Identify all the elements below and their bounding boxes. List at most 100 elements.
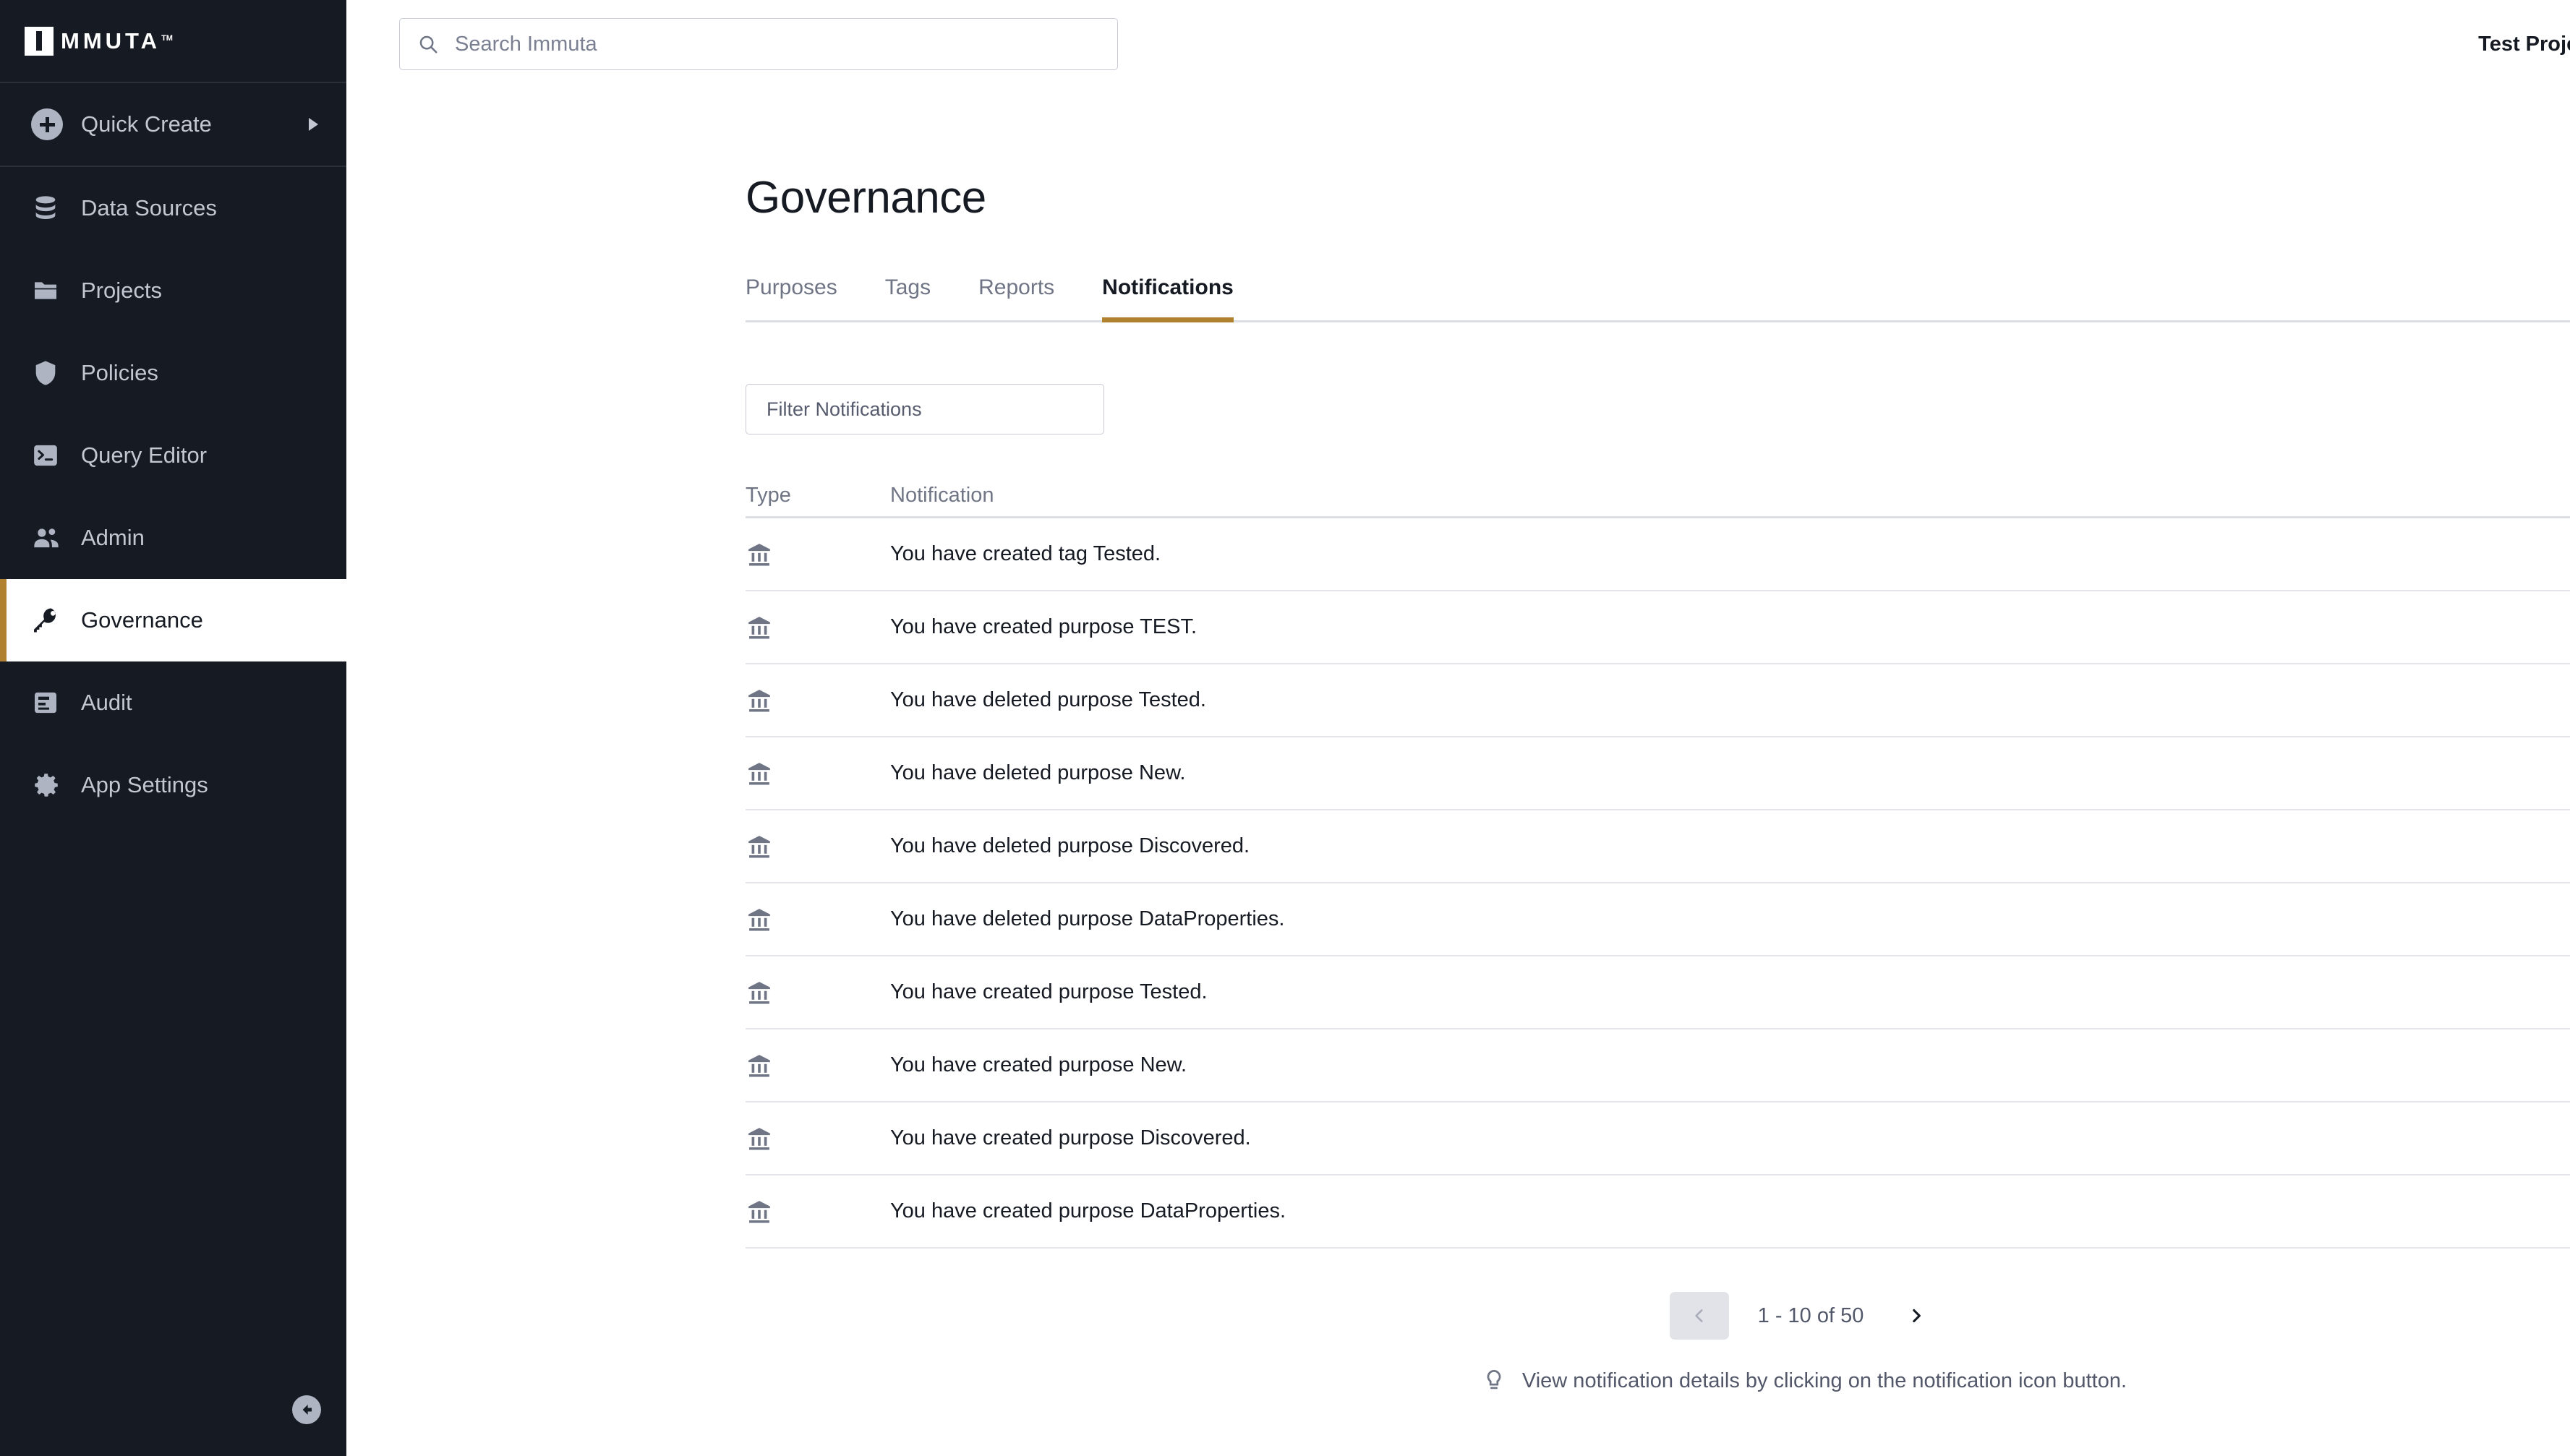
- global-search[interactable]: [399, 18, 1118, 70]
- notification-text: You have created purpose Tested.: [890, 980, 1208, 1003]
- tab-bar: Purposes Tags Reports Notifications: [746, 275, 2570, 322]
- gear-icon: [31, 770, 66, 800]
- users-icon: [31, 523, 66, 553]
- table-row[interactable]: You have created purpose TEST. 6 minutes…: [746, 591, 2570, 664]
- lightbulb-icon: [1483, 1369, 1505, 1393]
- sidebar-item-label-quick-create: Quick Create: [81, 111, 212, 137]
- table-row[interactable]: You have created tag Tested. 2 minutes a…: [746, 518, 2570, 591]
- sidebar-item-governance[interactable]: Governance: [0, 579, 346, 661]
- table-row[interactable]: You have deleted purpose DataProperties.…: [746, 883, 2570, 956]
- sidebar-item-label-app-settings: App Settings: [81, 772, 208, 797]
- pagination-prev-button[interactable]: [1669, 1292, 1729, 1340]
- footer-hint-text: View notification details by clicking on…: [1521, 1369, 2127, 1392]
- main-area: Test Project B Governance Pur: [346, 0, 2570, 1456]
- notification-date: 7 minutes ago: [2553, 834, 2570, 858]
- notification-text: You have created purpose TEST.: [890, 615, 1198, 638]
- notification-text: You have created purpose Discovered.: [890, 1126, 1251, 1149]
- pagination-range-label: 1 - 10 of 50: [1757, 1303, 1864, 1327]
- tab-purposes[interactable]: Purposes: [746, 275, 837, 320]
- governance-institution-icon[interactable]: [746, 1198, 890, 1225]
- sidebar-item-label-admin: Admin: [81, 525, 145, 550]
- sidebar-nav: Quick Create Data Sources Projects Polic…: [0, 83, 346, 1456]
- table-row[interactable]: You have created purpose New. 12 minutes…: [746, 1029, 2570, 1102]
- table-header-row: Type Notification Date: [746, 475, 2570, 518]
- notification-text: You have created tag Tested.: [890, 542, 1161, 565]
- topbar-right: Test Project B: [2478, 0, 2570, 89]
- sidebar-item-audit[interactable]: Audit: [0, 661, 346, 744]
- key-icon: [31, 605, 66, 635]
- app-logo[interactable]: MMUTATM: [0, 0, 346, 82]
- logo-trademark: TM: [161, 33, 173, 43]
- search-input[interactable]: [455, 32, 1100, 56]
- notification-text: You have deleted purpose New.: [890, 761, 1186, 784]
- notification-date: 7 minutes ago: [2553, 907, 2570, 931]
- table-row[interactable]: You have created purpose DataProperties.…: [746, 1175, 2570, 1249]
- governance-institution-icon[interactable]: [746, 1125, 890, 1152]
- notification-text: You have created purpose New.: [890, 1053, 1187, 1076]
- footer-hint: View notification details by clicking on…: [746, 1369, 2570, 1393]
- notification-date: 12 minutes ago: [2553, 1199, 2570, 1223]
- notification-text: You have created purpose DataProperties.: [890, 1199, 1286, 1222]
- notification-date: 7 minutes ago: [2553, 761, 2570, 785]
- governance-institution-icon[interactable]: [746, 687, 890, 714]
- governance-institution-icon[interactable]: [746, 760, 890, 787]
- sidebar-item-projects[interactable]: Projects: [0, 249, 346, 332]
- filter-notifications-input[interactable]: [767, 398, 1083, 421]
- column-header-date-wrap[interactable]: Date: [2553, 484, 2570, 508]
- plus-circle-icon: [31, 108, 66, 140]
- column-header-notification: Notification: [890, 484, 994, 507]
- page-content: Governance Purposes Tags Reports Notific…: [346, 89, 2570, 1456]
- notification-date: 6 minutes ago: [2553, 688, 2570, 712]
- notification-date: 6 minutes ago: [2553, 615, 2570, 639]
- table-row[interactable]: You have created purpose Discovered. 12 …: [746, 1102, 2570, 1175]
- pagination-next-button[interactable]: [1892, 1292, 1940, 1340]
- shield-icon: [31, 359, 66, 387]
- tab-reports[interactable]: Reports: [978, 275, 1054, 320]
- immuta-logo-mark: [25, 26, 54, 56]
- sidebar-item-policies[interactable]: Policies: [0, 332, 346, 414]
- notification-date: 2 minutes ago: [2553, 542, 2570, 566]
- governance-institution-icon[interactable]: [746, 541, 890, 568]
- folder-icon: [31, 276, 66, 305]
- app-root: MMUTATM Quick Create Data Sources Projec…: [0, 0, 2570, 1456]
- topbar: Test Project B: [346, 0, 2570, 89]
- filter-notifications[interactable]: [746, 384, 1104, 434]
- terminal-icon: [31, 441, 66, 470]
- notification-date: 12 minutes ago: [2553, 1126, 2570, 1150]
- notification-text: You have deleted purpose Tested.: [890, 688, 1206, 711]
- sidebar-item-quick-create[interactable]: Quick Create: [0, 83, 346, 166]
- notification-date: 12 minutes ago: [2553, 1053, 2570, 1077]
- tab-tags[interactable]: Tags: [885, 275, 931, 320]
- logo-wordmark: MMUTA: [61, 28, 161, 53]
- governance-institution-icon[interactable]: [746, 979, 890, 1006]
- governance-institution-icon[interactable]: [746, 833, 890, 860]
- page-title: Governance: [746, 173, 986, 223]
- table-row[interactable]: You have created purpose Tested. 12 minu…: [746, 956, 2570, 1029]
- notification-text: You have deleted purpose DataProperties.: [890, 907, 1285, 930]
- sidebar-item-label-projects: Projects: [81, 278, 162, 303]
- table-body: You have created tag Tested. 2 minutes a…: [746, 518, 2570, 1249]
- governance-institution-icon[interactable]: [746, 614, 890, 641]
- sidebar-item-app-settings[interactable]: App Settings: [0, 744, 346, 826]
- governance-institution-icon[interactable]: [746, 1052, 890, 1079]
- sidebar: MMUTATM Quick Create Data Sources Projec…: [0, 0, 346, 1456]
- sidebar-item-admin[interactable]: Admin: [0, 497, 346, 579]
- notification-text: You have deleted purpose Discovered.: [890, 834, 1250, 857]
- chevron-right-icon: [309, 118, 318, 131]
- collapse-sidebar-icon[interactable]: [292, 1395, 321, 1424]
- database-icon: [31, 194, 66, 223]
- sidebar-item-label-query-editor: Query Editor: [81, 442, 208, 468]
- sidebar-item-label-audit: Audit: [81, 690, 132, 715]
- governance-institution-icon[interactable]: [746, 906, 890, 933]
- table-row[interactable]: You have deleted purpose Tested. 6 minut…: [746, 664, 2570, 737]
- table-row[interactable]: You have deleted purpose Discovered. 7 m…: [746, 810, 2570, 883]
- project-selector-label[interactable]: Test Project: [2478, 33, 2570, 56]
- sidebar-item-data-sources[interactable]: Data Sources: [0, 167, 346, 249]
- sidebar-item-label-governance: Governance: [81, 607, 203, 633]
- pagination: 1 - 10 of 50: [746, 1292, 2570, 1340]
- tab-notifications[interactable]: Notifications: [1102, 275, 1234, 322]
- sidebar-item-query-editor[interactable]: Query Editor: [0, 414, 346, 497]
- immuta-logo-text: MMUTATM: [61, 30, 173, 52]
- table-row[interactable]: You have deleted purpose New. 7 minutes …: [746, 737, 2570, 810]
- column-header-type: Type: [746, 484, 791, 507]
